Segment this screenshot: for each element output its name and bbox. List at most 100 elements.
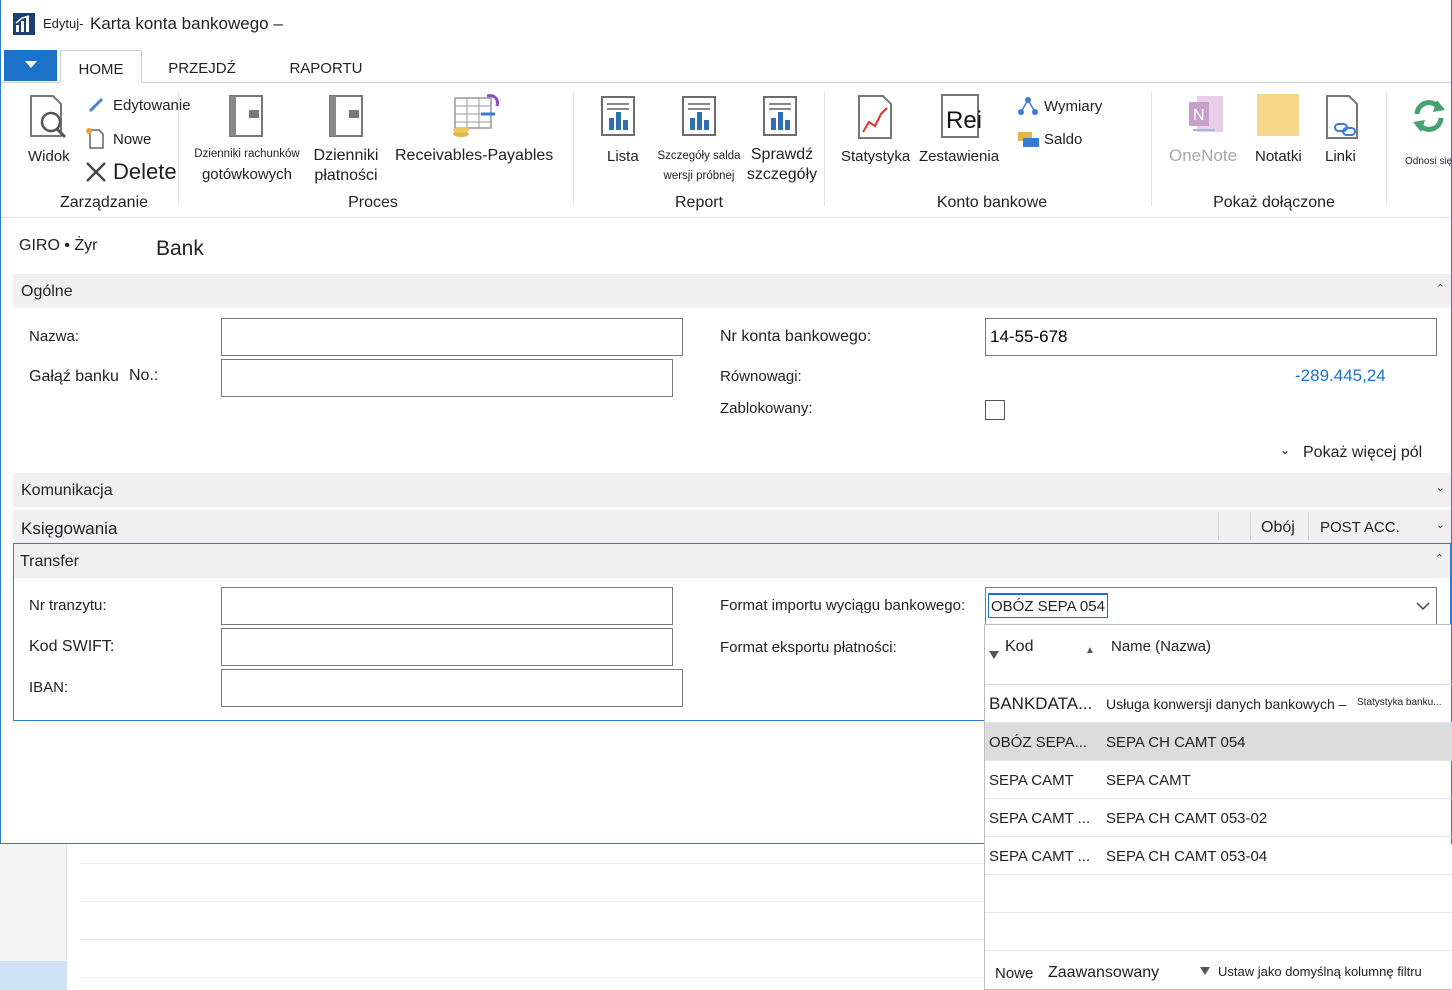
- record-caption: GIRO • Żyr: [19, 237, 98, 254]
- rownowagi-value[interactable]: -289.445,24: [1295, 366, 1386, 386]
- notes-icon: [1257, 94, 1299, 136]
- group-label-konto: Konto bankowe: [936, 194, 1048, 211]
- linki-button[interactable]: Linki: [1321, 94, 1367, 174]
- window-title: Karta konta bankowego –: [90, 14, 283, 33]
- rownowagi-label: Równowagi:: [720, 368, 802, 385]
- background-row: [80, 901, 985, 902]
- nr-tranzytu-field[interactable]: [221, 587, 673, 625]
- report-chart-icon: [601, 96, 635, 136]
- statystyka-label: Statystyka: [841, 148, 911, 165]
- widok-button[interactable]: Widok: [23, 94, 79, 169]
- nr-konta-label: Nr konta bankowego:: [720, 328, 872, 345]
- nr-konta-field[interactable]: [985, 318, 1437, 356]
- lookup-row-selected[interactable]: OBÓZ SEPA... SEPA CH CAMT 054: [985, 723, 1452, 761]
- payment-journals-button[interactable]: Dzienniki płatności: [307, 94, 385, 184]
- trial-balance-label-2: wersji próbnej: [663, 170, 735, 182]
- nazwa-field[interactable]: [221, 318, 683, 356]
- lookup-col-name[interactable]: Name (Nazwa): [1111, 638, 1211, 655]
- statements-icon: Rei: [941, 94, 982, 138]
- notatki-button[interactable]: Notatki: [1253, 94, 1307, 174]
- cash-receipt-journals-button[interactable]: Dzienniki rachunków gotówkowych: [189, 94, 305, 184]
- statystyka-button[interactable]: Statystyka: [839, 94, 913, 174]
- wymiary-label: Wymiary: [1044, 98, 1103, 115]
- delete-x-icon: [86, 162, 106, 182]
- ksiegowania-divider: [1308, 512, 1309, 540]
- odnosi-sie-button[interactable]: Odnosi się: [1399, 94, 1452, 174]
- zablokowany-checkbox[interactable]: [985, 400, 1005, 420]
- receivables-payables-button[interactable]: Receivables-Payables: [391, 92, 561, 172]
- chevron-down-icon: ⌄: [1280, 443, 1291, 457]
- lista-button[interactable]: Lista: [599, 96, 647, 171]
- trial-balance-button[interactable]: Szczegóły salda wersji próbnej: [649, 96, 749, 186]
- background-row: [80, 977, 985, 978]
- format-importu-combobox[interactable]: OBÓZ SEPA 054: [985, 587, 1437, 625]
- lookup-row-extra: Statystyka banku...: [1357, 697, 1442, 708]
- ribbon: Widok Edytowanie Nowe Delete Zarządzanie: [1, 84, 1452, 218]
- notatki-label: Notatki: [1255, 148, 1302, 165]
- cash-receipt-journals-label-2: gotówkowych: [201, 166, 293, 183]
- fasttab-komunikacja[interactable]: Komunikacja ⌄: [13, 473, 1451, 507]
- cash-receipt-journals-label: Dzienniki rachunków: [194, 148, 300, 160]
- svg-text:N: N: [1193, 107, 1205, 124]
- zablokowany-label: Zablokowany:: [720, 400, 813, 417]
- iban-field[interactable]: [221, 669, 683, 707]
- lookup-row[interactable]: BANKDATA... Usługa konwersji danych bank…: [985, 685, 1452, 723]
- lookup-row[interactable]: SEPA CAMT ... SEPA CH CAMT 053-04: [985, 837, 1452, 875]
- background-row: [80, 939, 985, 940]
- saldo-label: Saldo: [1044, 131, 1083, 148]
- background-row: [80, 863, 985, 864]
- format-importu-value: OBÓZ SEPA 054: [988, 593, 1108, 618]
- tab-home[interactable]: HOME: [60, 50, 142, 83]
- nowe-label: Nowe: [113, 131, 152, 148]
- fasttab-transfer[interactable]: Transfer ⌃: [14, 544, 1450, 578]
- lookup-row[interactable]: SEPA CAMT ... SEPA CH CAMT 053-02: [985, 799, 1452, 837]
- kod-swift-field[interactable]: [221, 628, 673, 666]
- lookup-empty-row: [985, 913, 1452, 951]
- group-label-zarzadzanie: Zarządzanie: [59, 194, 149, 211]
- linki-label: Linki: [1325, 148, 1356, 165]
- payment-journals-label: Dzienniki: [313, 147, 379, 164]
- lookup-nowe-button[interactable]: Nowe: [995, 965, 1033, 982]
- lookup-row-code: BANKDATA...: [989, 694, 1093, 713]
- fasttab-ogolne[interactable]: Ogólne ⌃: [13, 274, 1451, 308]
- nazwa-label: Nazwa:: [29, 328, 80, 345]
- lista-label: Lista: [607, 148, 639, 165]
- lookup-empty-row: [985, 875, 1452, 913]
- dimensions-icon: [1018, 97, 1038, 115]
- chevron-up-icon: ⌃: [1434, 553, 1444, 565]
- zestawienia-button[interactable]: Rei Zestawienia: [917, 94, 999, 174]
- onenote-label: OneNote: [1169, 146, 1238, 165]
- format-eksportu-label: Format eksportu płatności:: [720, 639, 897, 656]
- fasttab-ksiegowania[interactable]: Księgowania Obój POST ACC. ⌄: [13, 510, 1451, 543]
- galaz-banku-field[interactable]: [221, 359, 673, 397]
- tab-przejdz[interactable]: PRZEJDŹ: [161, 50, 243, 83]
- statistics-chart-icon: [858, 95, 892, 139]
- check-details-button[interactable]: Sprawdź szczegóły: [743, 96, 821, 186]
- lookup-set-default-filter-button[interactable]: Ustaw jako domyślną kolumnę filtru: [1218, 964, 1422, 979]
- lookup-row[interactable]: SEPA CAMT SEPA CAMT: [985, 761, 1452, 799]
- ksiegowania-divider: [1218, 512, 1219, 540]
- receivables-payables-icon: [453, 94, 499, 137]
- group-separator: [824, 92, 825, 206]
- iban-label: IBAN:: [29, 679, 69, 696]
- zestawienia-label: Zestawienia: [919, 148, 1000, 165]
- report-chart-icon: [763, 96, 797, 136]
- lookup-row-name: SEPA CH CAMT 054: [1106, 734, 1246, 751]
- lookup-col-kod[interactable]: Kod: [1005, 638, 1033, 656]
- app-logo-icon: [13, 13, 35, 35]
- title-bar: Edytuj- Karta konta bankowego –: [1, 0, 1451, 48]
- onenote-button[interactable]: N OneNote: [1165, 94, 1245, 174]
- pokaz-wiecej-pol-link[interactable]: Pokaż więcej pól: [1303, 444, 1422, 462]
- view-magnifier-icon: [30, 95, 67, 139]
- app-menu-button[interactable]: [4, 50, 57, 81]
- tab-raportu[interactable]: RAPORTU: [281, 50, 371, 83]
- background-selected-item: [0, 961, 67, 990]
- page-title: Bank: [156, 237, 204, 260]
- check-details-label: Sprawdź: [750, 146, 814, 163]
- galaz-banku-label: Gałąź banku: [29, 368, 119, 385]
- fasttab-komunikacja-label: Komunikacja: [21, 482, 113, 499]
- lookup-zaawansowany-button[interactable]: Zaawansowany: [1048, 964, 1159, 982]
- sort-ascending-icon: ▲: [1085, 645, 1095, 656]
- lookup-row-name: SEPA CH CAMT 053-02: [1106, 810, 1268, 827]
- format-importu-label: Format importu wyciągu bankowego:: [720, 597, 966, 614]
